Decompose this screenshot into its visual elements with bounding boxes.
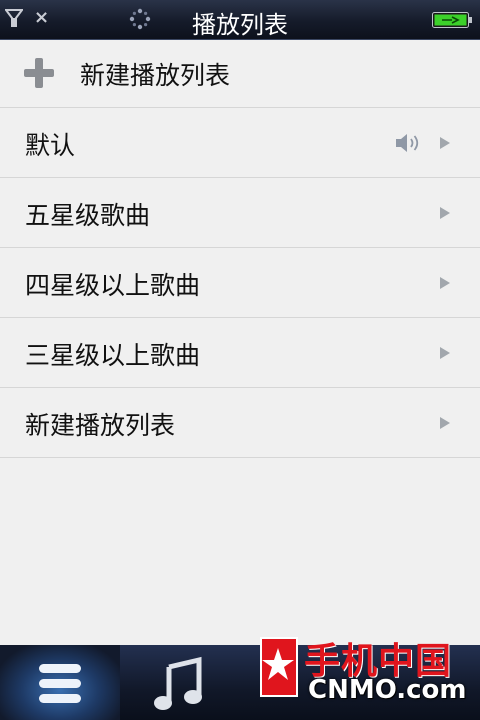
chevron-right-icon: [440, 417, 450, 429]
list-item-label: 三星级以上歌曲: [25, 341, 201, 370]
chevron-right-icon: [440, 137, 450, 149]
watermark: 手机中国 CNMO.com: [258, 628, 467, 720]
list-item-label: 四星级以上歌曲: [25, 271, 201, 300]
plus-icon: [24, 58, 54, 88]
battery-icon: [432, 12, 472, 28]
watermark-logo-icon: [260, 637, 298, 697]
new-playlist-label: 新建播放列表: [80, 61, 231, 90]
chevron-right-icon: [440, 207, 450, 219]
new-playlist-row[interactable]: 新建播放列表: [0, 40, 480, 108]
list-item[interactable]: 四星级以上歌曲: [0, 248, 480, 318]
list-item-label: 五星级歌曲: [25, 201, 151, 230]
playlist-list: 新建播放列表 默认 五星级歌曲 四星级以上歌曲 三星级以上歌曲 新建播放列表: [0, 40, 480, 458]
list-item[interactable]: 新建播放列表: [0, 388, 480, 458]
list-item-label: 默认: [25, 131, 76, 160]
tab-music[interactable]: [120, 645, 240, 720]
speaker-icon: [396, 134, 419, 152]
watermark-brand-en: CNMO.com: [308, 675, 467, 705]
title-bar: × 播放列表: [0, 0, 480, 40]
list-item[interactable]: 默认: [0, 108, 480, 178]
list-icon: [39, 664, 81, 703]
list-item-label: 新建播放列表: [25, 411, 176, 440]
tab-playlist[interactable]: [0, 645, 120, 720]
music-note-icon: [154, 656, 202, 710]
page-title: 播放列表: [192, 11, 288, 39]
chevron-right-icon: [440, 277, 450, 289]
list-item[interactable]: 五星级歌曲: [0, 178, 480, 248]
chevron-right-icon: [440, 347, 450, 359]
list-item[interactable]: 三星级以上歌曲: [0, 318, 480, 388]
